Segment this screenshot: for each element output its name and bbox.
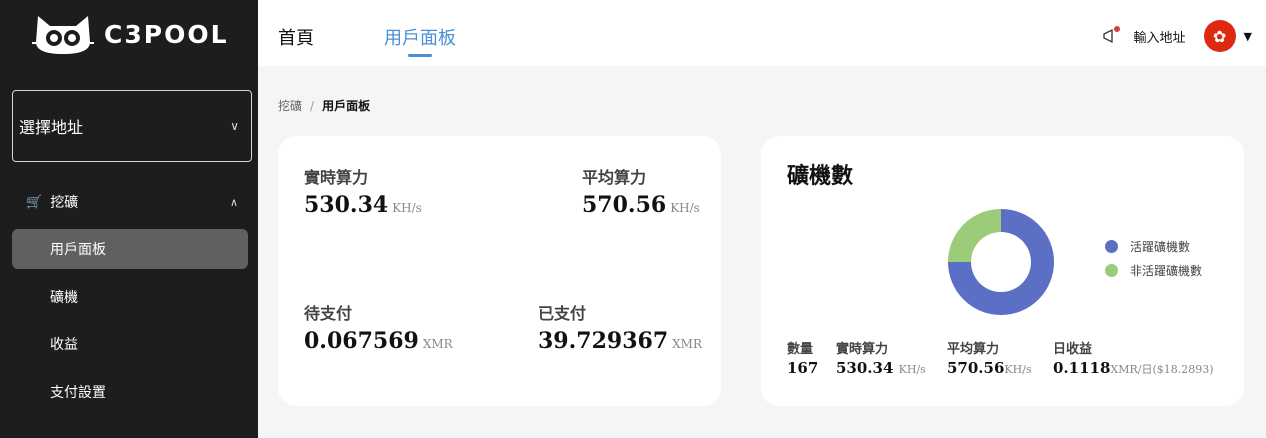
legend-label: 活躍礦機數	[1130, 239, 1191, 254]
summary-value: 167	[787, 359, 819, 377]
address-select-label: 選擇地址	[19, 118, 84, 137]
legend-item-inactive[interactable]: 非活躍礦機數	[1105, 258, 1202, 282]
sidebar-group-mining[interactable]: 🛒 挖礦 ∧	[12, 188, 248, 216]
enter-address-link[interactable]: 輸入地址	[1134, 27, 1186, 46]
summary-daily-earnings: 日收益 0.1118XMR/日($18.2893)	[1053, 338, 1214, 377]
summary-number: 530.34	[836, 359, 894, 377]
stat-value: 570.56 KH/s	[582, 192, 700, 218]
legend-label: 非活躍礦機數	[1130, 263, 1203, 278]
donut-segment-inactive[interactable]	[948, 209, 1001, 262]
breadcrumb-current: 用戶面板	[322, 99, 371, 113]
stat-label: 平均算力	[582, 168, 647, 187]
sidebar-item-label: 礦機	[50, 290, 78, 306]
summary-average-hashrate: 平均算力 570.56KH/s	[947, 338, 1032, 377]
stat-unit: KH/s	[670, 201, 700, 215]
sidebar-item-miners[interactable]: 礦機	[12, 277, 248, 317]
stat-number: 530.34	[304, 192, 389, 218]
tab-home[interactable]: 首頁	[278, 24, 314, 50]
breadcrumb-root[interactable]: 挖礦	[278, 99, 302, 113]
stat-unit: XMR	[672, 337, 702, 351]
stat-number: 570.56	[582, 192, 667, 218]
summary-count: 數量 167	[787, 338, 818, 377]
legend-swatch	[1105, 263, 1118, 277]
summary-value: 530.34 KH/s	[836, 359, 926, 377]
summary-value: 0.1118XMR/日($18.2893)	[1053, 359, 1214, 377]
sidebar-item-payment-settings[interactable]: 支付設置	[12, 372, 248, 412]
sidebar-item-label: 支付設置	[50, 385, 106, 401]
sidebar-group-label: 挖礦	[50, 195, 79, 211]
sidebar-item-earnings[interactable]: 收益	[12, 324, 248, 364]
summary-label: 實時算力	[836, 342, 889, 357]
cat-logo-icon	[32, 16, 94, 54]
stat-number: 39.729367	[538, 328, 669, 354]
miners-donut-chart	[948, 209, 1054, 315]
legend-swatch	[1105, 239, 1118, 253]
stat-unit: XMR	[422, 337, 453, 351]
legend-item-active[interactable]: 活躍礦機數	[1105, 234, 1202, 258]
stat-label: 待支付	[304, 304, 353, 323]
chevron-down-icon: ∨	[230, 119, 239, 133]
tab-dashboard[interactable]: 用戶面板	[384, 24, 456, 50]
notification-dot	[1113, 26, 1120, 32]
summary-label: 日收益	[1053, 342, 1093, 357]
summary-unit: KH/s	[1004, 363, 1032, 376]
stats-card: 實時算力 530.34 KH/s 平均算力 570.56 KH/s 待支付 0.06…	[278, 136, 721, 406]
stat-number: 0.067569	[304, 328, 419, 354]
cart-icon: 🛒	[26, 194, 43, 210]
chevron-up-icon: ∧	[229, 195, 238, 209]
breadcrumb: 挖礦 / 用戶面板	[278, 97, 370, 114]
stat-value: 530.34 KH/s	[304, 192, 422, 218]
address-select[interactable]: 選擇地址 ∨	[12, 90, 252, 162]
stat-realtime-hashrate: 實時算力 530.34 KH/s	[304, 164, 422, 218]
stat-label: 實時算力	[304, 168, 369, 187]
miners-card: 礦機數 活躍礦機數 非活躍礦機數 數量 167 實時算力 530.34 KH/s…	[761, 136, 1244, 406]
stat-paid: 已支付 39.729367 XMR	[538, 300, 702, 354]
stat-average-hashrate: 平均算力 570.56 KH/s	[582, 164, 700, 218]
stat-pending-payment: 待支付 0.067569 XMR	[304, 300, 453, 354]
breadcrumb-separator: /	[310, 99, 315, 113]
sidebar-item-label: 用戶面板	[50, 242, 106, 258]
sidebar-item-label: 收益	[50, 337, 78, 353]
summary-label: 數量	[787, 342, 814, 357]
caret-down-icon[interactable]: ▼	[1244, 30, 1252, 43]
stat-value: 0.067569 XMR	[304, 328, 453, 354]
miners-legend: 活躍礦機數 非活躍礦機數	[1105, 234, 1202, 282]
miners-title: 礦機數	[787, 164, 854, 189]
summary-number: 570.56	[947, 359, 1005, 377]
summary-unit: XMR/日($18.2893)	[1110, 363, 1214, 376]
stat-unit: KH/s	[392, 201, 422, 215]
active-tab-indicator	[408, 54, 432, 57]
summary-number: 0.1118	[1053, 359, 1111, 377]
language-flag-icon[interactable]: ✿	[1203, 20, 1236, 52]
stat-value: 39.729367 XMR	[538, 328, 702, 354]
summary-unit: KH/s	[898, 363, 926, 376]
stat-label: 已支付	[538, 304, 587, 323]
summary-realtime-hashrate: 實時算力 530.34 KH/s	[836, 338, 926, 377]
sidebar-item-dashboard[interactable]: 用戶面板	[12, 229, 248, 269]
sidebar: C3POOL 選擇地址 ∨ 🛒 挖礦 ∧ 用戶面板 礦機 收益 支付設置	[0, 0, 258, 438]
top-bar: 首頁 用戶面板 輸入地址 ✿ ▼	[258, 0, 1266, 66]
main-content: 挖礦 / 用戶面板 實時算力 530.34 KH/s 平均算力 570.56 KH/s …	[258, 66, 1266, 438]
logo[interactable]: C3POOL	[32, 12, 229, 56]
brand-name: C3POOL	[104, 19, 229, 49]
summary-value: 570.56KH/s	[947, 359, 1032, 377]
summary-label: 平均算力	[947, 342, 1000, 357]
megaphone-icon[interactable]	[1102, 26, 1120, 44]
